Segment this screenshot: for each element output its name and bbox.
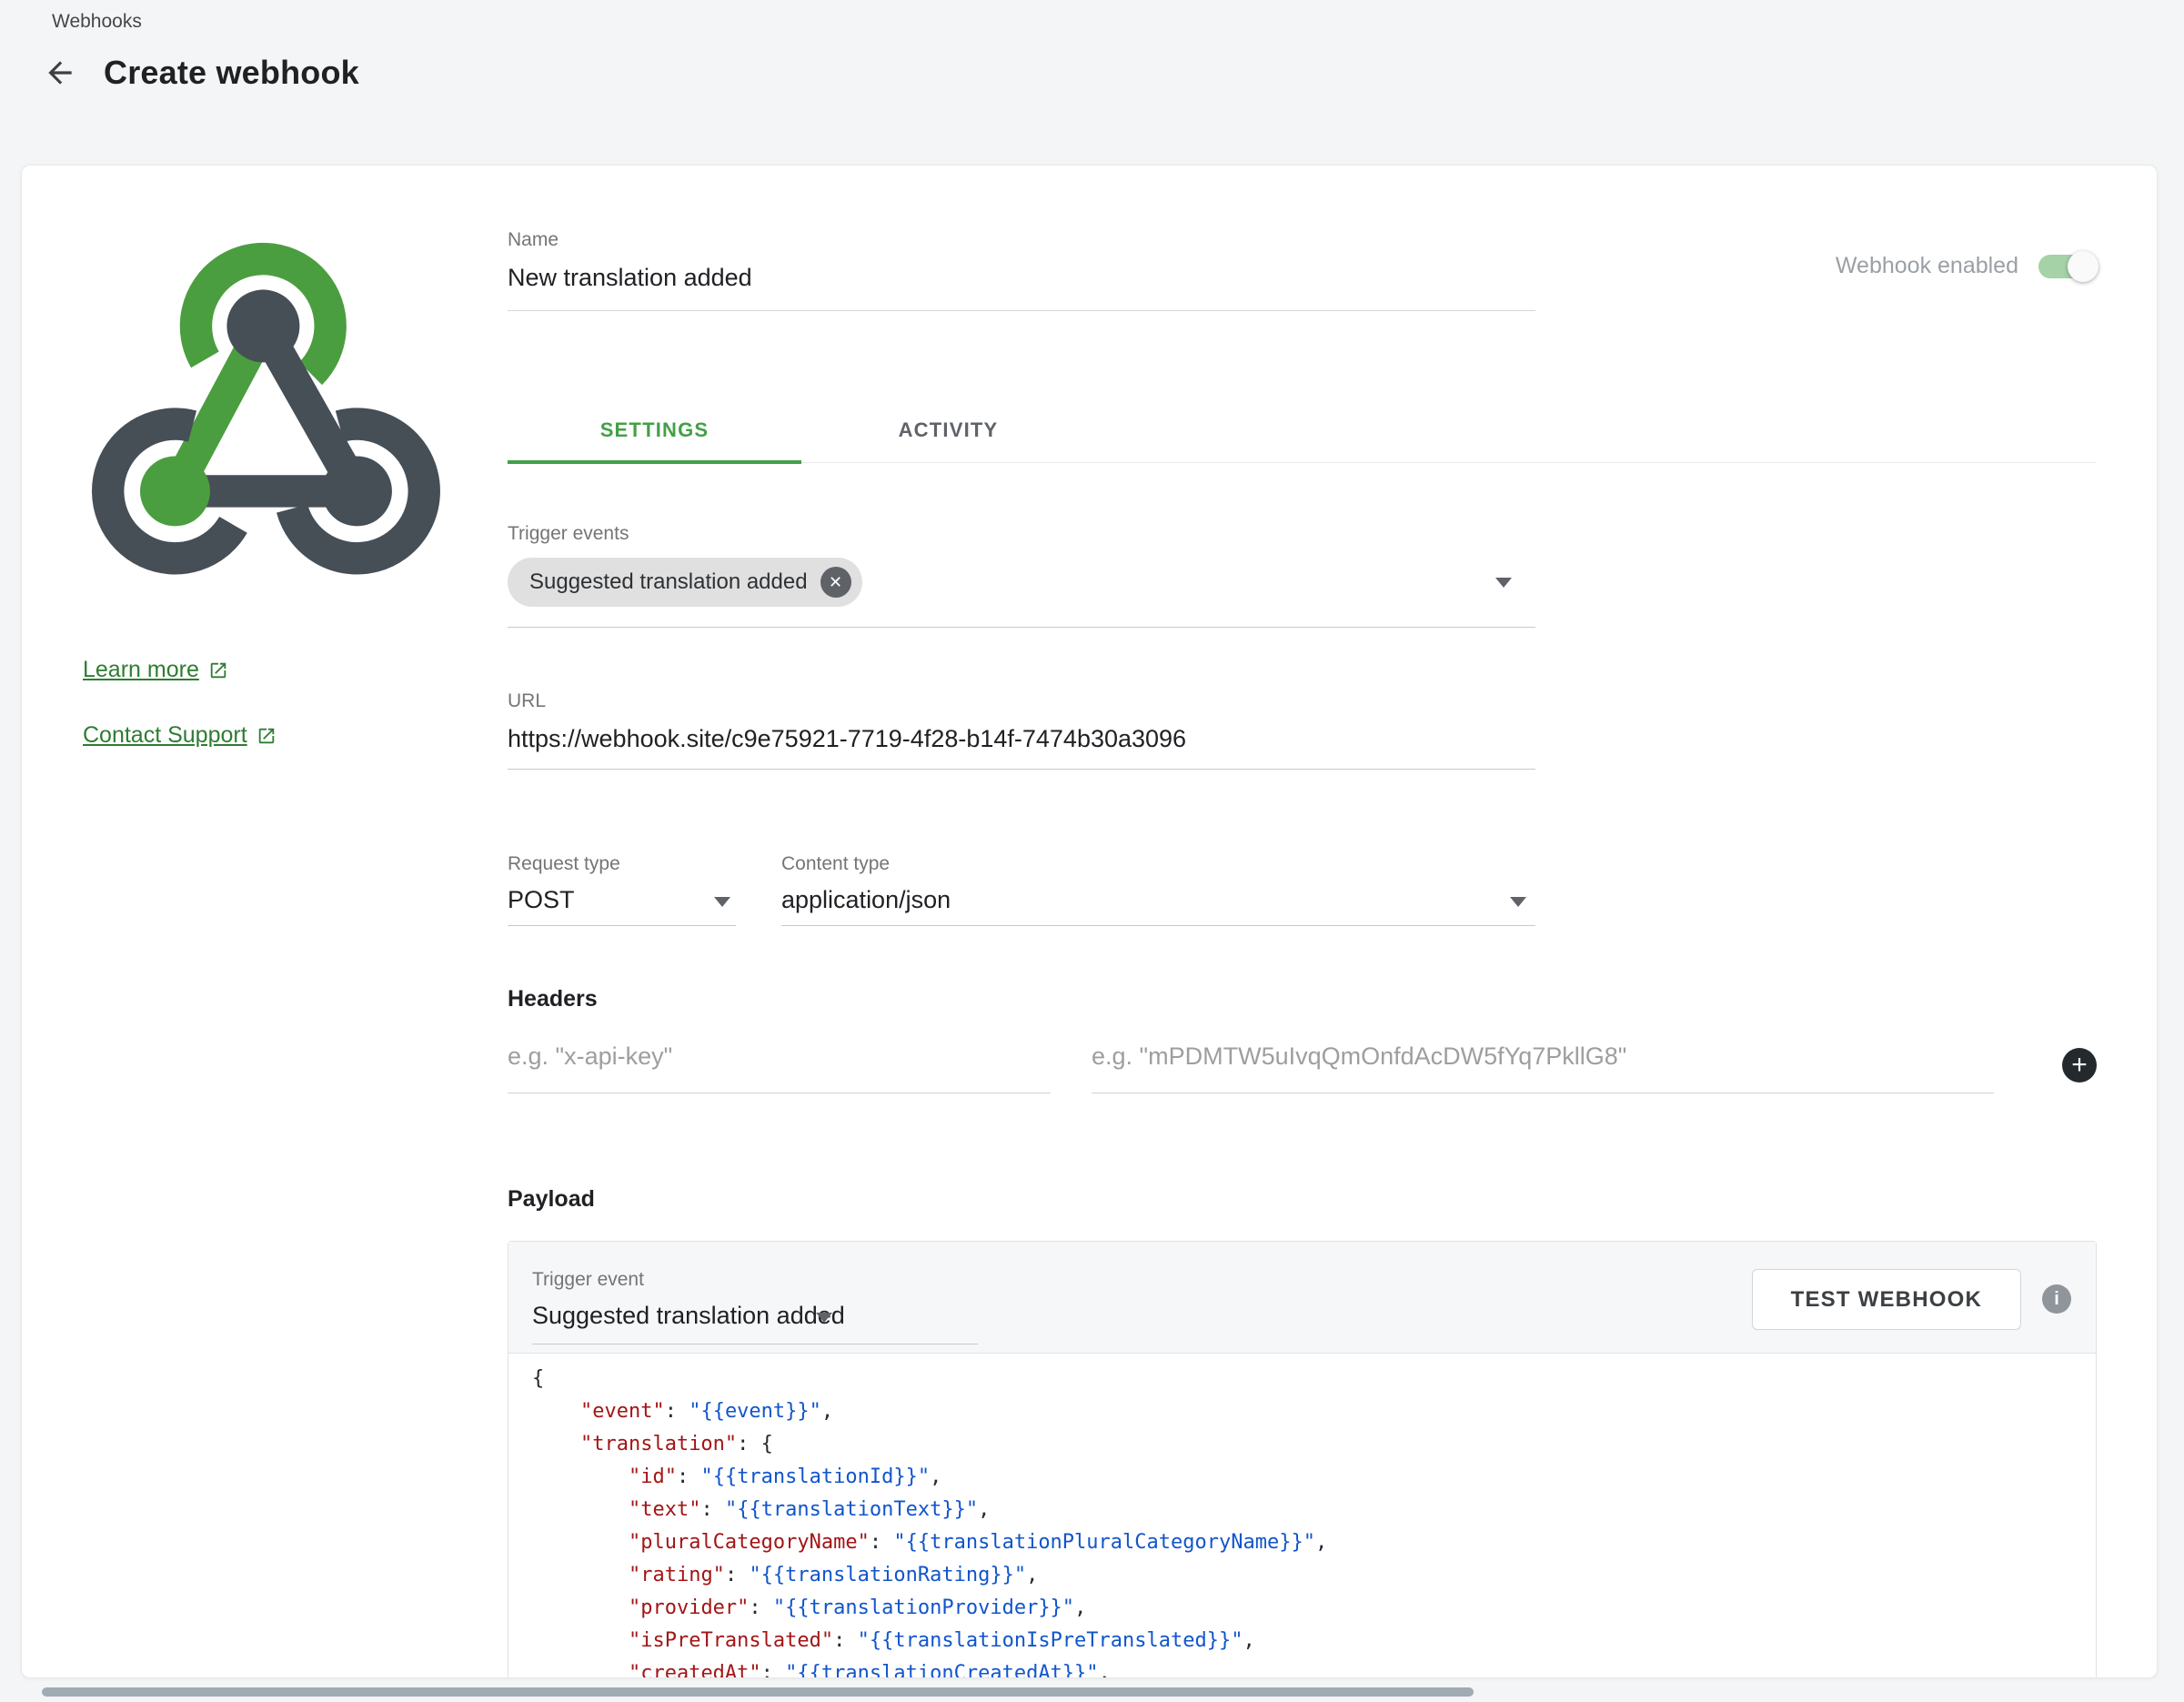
learn-more-label: Learn more — [83, 657, 199, 683]
chevron-down-icon[interactable] — [1495, 578, 1512, 588]
contact-support-link[interactable]: Contact Support — [83, 722, 277, 749]
webhook-logo — [86, 239, 449, 582]
test-webhook-button[interactable]: TEST WEBHOOK — [1752, 1269, 2021, 1330]
payload-header: Trigger event Suggested translation adde… — [508, 1242, 2096, 1354]
tab-bar: SETTINGS ACTIVITY — [508, 397, 2097, 463]
content-type-select[interactable]: application/json — [781, 882, 1535, 925]
horizontal-scrollbar[interactable] — [42, 1687, 1474, 1697]
trigger-events-select[interactable]: Suggested translation added ✕ — [508, 558, 1535, 607]
breadcrumb[interactable]: Webhooks — [52, 11, 142, 33]
webhook-enabled-label: Webhook enabled — [1836, 253, 2018, 279]
header-key-input[interactable] — [508, 1037, 1051, 1093]
headers-row: + — [508, 1037, 2097, 1093]
payload-heading: Payload — [508, 1186, 595, 1213]
url-label: URL — [508, 690, 1535, 712]
name-field: Name — [508, 229, 1535, 311]
trigger-event-chip-label: Suggested translation added — [529, 569, 808, 595]
chevron-down-icon — [816, 1313, 832, 1323]
open-in-new-icon — [208, 660, 228, 680]
content-type-field: Content type application/json — [781, 853, 1535, 926]
page-title: Create webhook — [104, 54, 359, 92]
add-header-button[interactable]: + — [2062, 1048, 2097, 1083]
close-icon: ✕ — [829, 573, 842, 592]
page-header: Create webhook — [40, 53, 359, 93]
back-button[interactable] — [40, 53, 80, 93]
name-label: Name — [508, 229, 1535, 251]
trigger-events-field: Trigger events Suggested translation add… — [508, 523, 1535, 628]
request-type-select[interactable]: POST — [508, 882, 736, 925]
chip-remove-button[interactable]: ✕ — [820, 567, 851, 598]
payload-trigger-value: Suggested translation added — [532, 1302, 845, 1329]
plus-icon: + — [2071, 1052, 2088, 1079]
payload-code[interactable]: { "event": "{{event}}", "translation": {… — [508, 1354, 2096, 1678]
content-type-value: application/json — [781, 886, 951, 913]
back-arrow-icon — [43, 55, 77, 90]
url-input[interactable] — [508, 721, 1535, 770]
url-field: URL — [508, 690, 1535, 770]
payload-editor: Trigger event Suggested translation adde… — [508, 1241, 2097, 1678]
header-value-input[interactable] — [1092, 1037, 1994, 1093]
webhook-enabled-toggle[interactable] — [2038, 255, 2097, 278]
webhook-enabled-row: Webhook enabled — [1836, 253, 2097, 279]
content-type-label: Content type — [781, 853, 1535, 875]
info-icon[interactable]: i — [2042, 1284, 2071, 1314]
payload-actions: TEST WEBHOOK i — [1752, 1269, 2071, 1353]
request-type-label: Request type — [508, 853, 736, 875]
trigger-event-chip: Suggested translation added ✕ — [508, 558, 862, 607]
tab-settings[interactable]: SETTINGS — [508, 397, 801, 463]
learn-more-link[interactable]: Learn more — [83, 657, 228, 683]
headers-heading: Headers — [508, 986, 598, 1012]
payload-trigger-field: Trigger event Suggested translation adde… — [532, 1269, 978, 1353]
request-type-field: Request type POST — [508, 853, 736, 926]
request-type-value: POST — [508, 886, 575, 913]
chevron-down-icon — [1510, 897, 1526, 907]
webhook-form: Name Webhook enabled SETTINGS ACTIVITY T… — [508, 166, 2097, 1677]
webhook-card: Learn more Contact Support Name Webhook … — [21, 165, 2158, 1678]
trigger-events-label: Trigger events — [508, 523, 1535, 545]
payload-trigger-label: Trigger event — [532, 1269, 978, 1291]
toggle-thumb — [2068, 251, 2098, 282]
name-input[interactable] — [508, 258, 1535, 311]
payload-trigger-select[interactable]: Suggested translation added — [532, 1302, 978, 1344]
contact-support-label: Contact Support — [83, 722, 247, 749]
chevron-down-icon — [714, 897, 730, 907]
open-in-new-icon — [257, 726, 277, 746]
tab-activity[interactable]: ACTIVITY — [801, 397, 1095, 463]
